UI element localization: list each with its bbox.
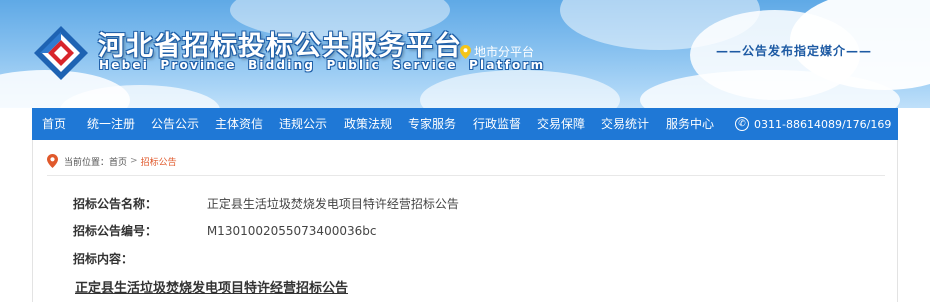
breadcrumb-current[interactable]: 招标公告 xyxy=(141,155,177,168)
nav-item-statistics[interactable]: 交易统计 xyxy=(601,108,649,140)
city-platform-link[interactable]: 地市分平台 xyxy=(460,43,534,60)
nav-item-credit[interactable]: 主体资信 xyxy=(215,108,263,140)
notice-content-label: 招标内容： xyxy=(73,252,134,266)
notice-name-label: 招标公告名称： xyxy=(73,197,158,211)
location-pin-icon xyxy=(460,44,471,59)
nav-item-announcements[interactable]: 公告公示 xyxy=(151,108,199,140)
nav-item-home[interactable]: 首页 xyxy=(42,108,66,140)
location-marker-icon xyxy=(47,154,58,168)
content-panel: 当前位置： 首页 > 招标公告 招标公告名称： 正定县生活垃圾焚烧发电项目特许经… xyxy=(32,140,898,302)
divider xyxy=(47,175,885,176)
notice-content-row: 招标内容： xyxy=(73,250,203,267)
platform-logo-icon[interactable] xyxy=(32,24,90,82)
nav-item-service-center[interactable]: 服务中心 xyxy=(666,108,714,140)
phone-icon: ✆ xyxy=(735,117,749,131)
breadcrumb-home-link[interactable]: 首页 xyxy=(109,155,127,168)
nav-item-register[interactable]: 统一注册 xyxy=(87,108,135,140)
breadcrumb: 当前位置： 首页 > 招标公告 xyxy=(47,154,177,168)
site-subtitle: Hebei Province Bidding Public Service Pl… xyxy=(99,58,546,72)
nav-item-guarantee[interactable]: 交易保障 xyxy=(537,108,585,140)
hotline: ✆ 0311-88614089/176/169 xyxy=(735,108,891,140)
notice-name-row: 招标公告名称： 正定县生活垃圾焚烧发电项目特许经营招标公告 xyxy=(73,195,459,212)
site-header: 河北省招标投标公共服务平台 Hebei Province Bidding Pub… xyxy=(0,0,930,108)
nav-item-supervision[interactable]: 行政监督 xyxy=(473,108,521,140)
city-platform-label: 地市分平台 xyxy=(474,45,535,59)
hotline-number: 0311-88614089/176/169 xyxy=(754,117,892,131)
notice-document-title: 正定县生活垃圾焚烧发电项目特许经营招标公告 xyxy=(75,281,349,296)
nav-item-policies[interactable]: 政策法规 xyxy=(344,108,392,140)
cloud-decoration xyxy=(420,70,620,108)
notice-code-row: 招标公告编号： M1301002055073400036bc xyxy=(73,222,376,239)
notice-code-value: M1301002055073400036bc xyxy=(206,224,377,238)
main-nav: 首页 统一注册 公告公示 主体资信 违规公示 政策法规 专家服务 行政监督 交易… xyxy=(32,108,898,140)
notice-name-value: 正定县生活垃圾焚烧发电项目特许经营招标公告 xyxy=(206,197,459,211)
nav-item-experts[interactable]: 专家服务 xyxy=(408,108,456,140)
breadcrumb-prefix: 当前位置： xyxy=(64,157,110,168)
slogan-text: ——公告发布指定媒介—— xyxy=(716,44,873,58)
breadcrumb-separator: > xyxy=(130,156,138,166)
notice-code-label: 招标公告编号： xyxy=(73,224,158,238)
nav-item-violations[interactable]: 违规公示 xyxy=(279,108,327,140)
